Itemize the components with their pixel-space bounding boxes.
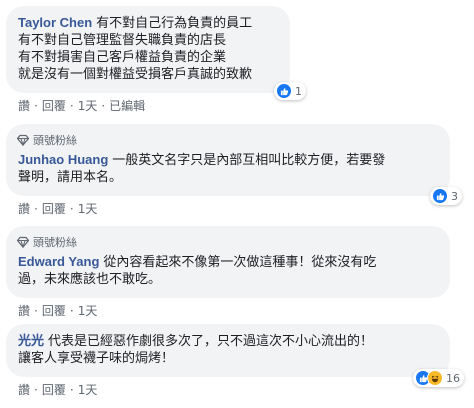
laughing-face-icon (427, 370, 443, 386)
reply-link[interactable]: 回覆 (42, 302, 66, 319)
comment-taylor-chen: Taylor Chen 有不對自己行為負責的員工 有不對自己管理監督失職負責的店長… (6, 6, 306, 114)
comment-text-line: 過，未來應該也不敢吃。 (18, 272, 162, 287)
like-link[interactable]: 讚 (18, 200, 30, 217)
reaction-count: 1 (295, 84, 302, 98)
comment-text-line: 有不對自己管理監督失職負責的店長 (18, 33, 227, 48)
comment-text-line: 從內容看起來不像第一次做這種事！從來沒有吃 (103, 255, 377, 270)
comment-text-line: 就是沒有一個對權益受損客戶真誠的致歉 (18, 67, 253, 82)
comment-text-line: 聲明，請用本名。 (18, 170, 123, 185)
comment-actions: 讚 · 回覆 · 1天 (18, 200, 98, 217)
comment-author[interactable]: Taylor Chen (18, 15, 92, 30)
comment-timestamp[interactable]: 1天 (78, 97, 98, 114)
comment-timestamp[interactable]: 1天 (78, 381, 98, 398)
like-link[interactable]: 讚 (18, 381, 30, 398)
comment-actions: 讚 · 回覆 · 1天 · 已編輯 (18, 97, 146, 114)
comment-author[interactable]: Junhao Huang (18, 152, 108, 167)
comment-bubble: Taylor Chen 有不對自己行為負責的員工 有不對自己管理監督失職負責的店長… (6, 6, 306, 100)
comment-text-line: 代表是已經惡作劇很多次了，只不過這次不小心流出的！ (48, 334, 374, 349)
comment-actions: 讚 · 回覆 · 1天 (18, 302, 98, 319)
comment-text-line: 有不對自己行為負責的員工 (96, 16, 253, 31)
diamond-badge-icon (17, 236, 29, 248)
diamond-badge-icon (17, 134, 29, 146)
reaction-count: 3 (451, 189, 458, 203)
top-fan-badge[interactable]: 頭號粉絲 (17, 132, 438, 148)
comment-junhao-huang: 頭號粉絲 Junhao Huang 一般英文名字只是內部互相叫比較方便，若要發 聲… (6, 124, 462, 217)
comment-timestamp[interactable]: 1天 (78, 200, 98, 217)
edited-label[interactable]: 已編輯 (109, 97, 145, 114)
badge-label: 頭號粉絲 (33, 133, 77, 147)
comment-text-line: 有不對損害自己客戶權益負責的企業 (18, 50, 227, 65)
reply-link[interactable]: 回覆 (42, 97, 66, 114)
reaction-summary[interactable]: 16 (413, 369, 464, 387)
comment-text-line: 讓客人享受襪子味的焗烤！ (18, 351, 175, 366)
like-link[interactable]: 讚 (18, 97, 30, 114)
comment-author[interactable]: 光光 (18, 333, 44, 348)
comment-bubble: 頭號粉絲 Edward Yang 從內容看起來不像第一次做這種事！從來沒有吃 過，… (6, 226, 450, 298)
comment-text-line: 一般英文名字只是內部互相叫比較方便，若要發 (112, 153, 386, 168)
comment-actions: 讚 · 回覆 · 1天 (18, 381, 98, 398)
like-link[interactable]: 讚 (18, 302, 30, 319)
thumbs-up-icon (432, 188, 448, 204)
top-fan-badge[interactable]: 頭號粉絲 (17, 234, 438, 250)
reply-link[interactable]: 回覆 (42, 381, 66, 398)
reply-link[interactable]: 回覆 (42, 200, 66, 217)
thumbs-up-icon (276, 83, 292, 99)
reaction-summary[interactable]: 3 (430, 187, 462, 205)
comment-bubble: 頭號粉絲 Junhao Huang 一般英文名字只是內部互相叫比較方便，若要發 聲… (6, 124, 462, 205)
comment-timestamp[interactable]: 1天 (78, 302, 98, 319)
comment-edward-yang: 頭號粉絲 Edward Yang 從內容看起來不像第一次做這種事！從來沒有吃 過，… (6, 226, 450, 319)
reaction-count: 16 (446, 371, 460, 385)
comment-bubble: 光光 代表是已經惡作劇很多次了，只不過這次不小心流出的！ 讓客人享受襪子味的焗烤！… (6, 324, 464, 387)
reaction-summary[interactable]: 1 (274, 82, 306, 100)
badge-label: 頭號粉絲 (33, 235, 77, 249)
comment-author[interactable]: Edward Yang (18, 254, 99, 269)
comment-guang-guang: 光光 代表是已經惡作劇很多次了，只不過這次不小心流出的！ 讓客人享受襪子味的焗烤！… (6, 324, 464, 398)
